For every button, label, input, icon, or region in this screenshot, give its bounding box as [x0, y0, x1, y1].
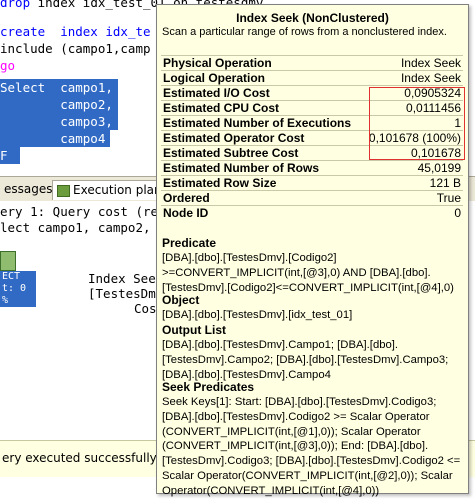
code-line-7: campo3,	[0, 113, 118, 130]
tab-messages[interactable]: essages	[0, 180, 57, 199]
output-list-text: [DBA].[dbo].[TestesDmv].Campo1; [DBA].[d…	[162, 339, 449, 381]
operator-tooltip: Index Seek (NonClustered) Scan a particu…	[156, 4, 469, 497]
query-text: lect campo1, campo2,	[0, 220, 151, 235]
status-message: ery executed successfully.	[2, 451, 159, 465]
code-line-4: go	[0, 58, 16, 73]
prop-row: Logical Operation Index Seek	[161, 70, 463, 85]
query-cost-header: ery 1: Query cost (re	[0, 204, 159, 219]
object-heading: Object	[162, 293, 200, 307]
prop-row: Ordered True	[161, 190, 463, 205]
code-line-6: campo2,	[0, 96, 118, 113]
select-node-icon	[0, 251, 16, 271]
cost-highlight-annotation	[369, 87, 465, 160]
seek-predicates-text: Seek Keys[1]: Start: [DBA].[dbo].[Testes…	[162, 396, 461, 497]
code-line-8: campo4	[0, 130, 110, 147]
code-line-3: include (campo1,camp	[0, 41, 151, 56]
code-line-2: create index idx_te	[0, 24, 151, 39]
select-node[interactable]: ECT t: 0 %	[0, 271, 36, 307]
output-list-heading: Output List	[162, 323, 226, 337]
code-line-5: Select campo1,	[0, 79, 118, 96]
tooltip-title: Index Seek (NonClustered)	[236, 11, 389, 25]
index-seek-node-object: [TestesDm	[88, 286, 156, 301]
predicate-text: [DBA].[dbo].[TestesDmv].[Codigo2] >=CONV…	[162, 252, 454, 294]
code-line-9: F	[0, 147, 20, 164]
predicate-heading: Predicate	[162, 236, 217, 250]
prop-row: Node ID 0	[161, 205, 463, 220]
prop-row: Physical Operation Index Seek	[161, 55, 463, 70]
tab-execution-plan[interactable]: Execution plan	[52, 180, 167, 200]
prop-row: Estimated Number of Rows 45,0199	[161, 160, 463, 175]
execution-plan-icon	[57, 184, 70, 197]
prop-row: Estimated Row Size 121 B	[161, 175, 463, 190]
index-seek-node-label[interactable]: Index Seek	[88, 271, 163, 286]
seek-predicates-heading: Seek Predicates	[162, 380, 255, 394]
object-text: [DBA].[dbo].[TestesDmv].[idx_test_01]	[162, 309, 353, 321]
tooltip-description: Scan a particular range of rows from a n…	[162, 26, 447, 38]
